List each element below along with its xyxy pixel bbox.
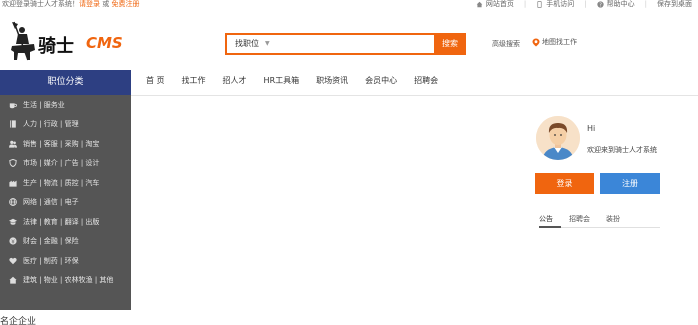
search-input[interactable]: [287, 37, 427, 51]
shield-icon: [9, 159, 17, 168]
tab-job-fair[interactable]: 招聘会: [569, 214, 590, 224]
chevron-down-icon: ▼: [265, 40, 270, 47]
top-bar: 欢迎登录骑士人才系统！请登录 或 免费注册 网站首页 | 手机访问 | ? 帮助…: [0, 0, 698, 9]
coffee-icon: [9, 103, 17, 108]
welcome-text: 欢迎来到骑士人才系统: [587, 146, 657, 154]
section-title: 名企企业: [0, 317, 37, 325]
welcome-message: 欢迎登录骑士人才系统！请登录 或 免费注册: [2, 0, 139, 9]
svg-text:¥: ¥: [11, 240, 15, 246]
sidebar-item-label: 生产 | 物流 | 质控 | 汽车: [23, 178, 100, 187]
site-logo[interactable]: 骑士 CMS: [8, 20, 128, 62]
sidebar-item-production[interactable]: 生产 | 物流 | 质控 | 汽车: [0, 173, 131, 193]
help-link[interactable]: ? 帮助中心: [596, 0, 635, 9]
nav-item-member-center[interactable]: 会员中心: [365, 75, 397, 86]
book-icon: [10, 120, 16, 128]
help-icon: ?: [596, 1, 604, 8]
greeting: Hi: [587, 124, 596, 133]
nav-item-home[interactable]: 首 页: [146, 75, 165, 86]
sidebar-item-label: 财会 | 金融 | 保险: [23, 237, 79, 246]
or-text: 或: [100, 0, 112, 8]
sidebar-item-network[interactable]: 网络 | 通信 | 电子: [0, 193, 131, 213]
sidebar-item-label: 建筑 | 物业 | 农林牧渔 | 其他: [23, 276, 114, 285]
sidebar-item-life-service[interactable]: 生活 | 服务业: [0, 95, 131, 115]
sidebar-item-label: 人力 | 行政 | 管理: [23, 120, 79, 129]
divider: |: [584, 0, 587, 8]
map-job-link[interactable]: 地图找工作: [532, 37, 577, 47]
sidebar-item-label: 医疗 | 制药 | 环保: [23, 256, 79, 265]
save-desktop-label: 保存到桌面: [657, 0, 692, 8]
factory-icon: [9, 180, 17, 187]
people-icon: [9, 140, 17, 148]
nav-item-find-job[interactable]: 找工作: [182, 75, 206, 86]
sidebar-item-sales[interactable]: 销售 | 客服 | 采购 | 淘宝: [0, 134, 131, 154]
mobile-link[interactable]: 手机访问: [536, 0, 574, 9]
mobile-link-label: 手机访问: [546, 0, 575, 8]
help-link-label: 帮助中心: [606, 0, 635, 8]
nav-item-hr-tools[interactable]: HR工具箱: [264, 75, 300, 86]
home-link[interactable]: 网站首页: [476, 0, 514, 9]
sidebar-item-label: 网络 | 通信 | 电子: [23, 198, 79, 207]
notice-tabs: 公告 招聘会 装扮: [539, 214, 620, 224]
login-button[interactable]: 登录: [535, 173, 594, 194]
welcome-text: 欢迎登录骑士人才系统！: [2, 0, 79, 8]
home-icon: [476, 1, 483, 8]
map-job-label: 地图找工作: [542, 38, 577, 46]
user-avatar-icon: [536, 116, 580, 160]
globe-icon: [9, 198, 17, 207]
search-type-select[interactable]: 找职位 ▼: [235, 35, 270, 53]
category-title[interactable]: 职位分类: [0, 70, 131, 95]
search-button[interactable]: 搜索: [434, 33, 466, 55]
divider: |: [644, 0, 647, 8]
graduation-icon: [9, 218, 17, 225]
sidebar-item-finance[interactable]: ¥ 财会 | 金融 | 保险: [0, 232, 131, 252]
brand-suffix: CMS: [86, 34, 123, 52]
sidebar-item-label: 销售 | 客服 | 采购 | 淘宝: [23, 139, 100, 148]
heart-icon: [9, 257, 17, 264]
yen-icon: ¥: [9, 237, 17, 245]
avatar: [536, 116, 580, 160]
house-icon: [9, 277, 17, 284]
sidebar-item-law-education[interactable]: 法律 | 教育 | 翻译 | 出版: [0, 212, 131, 232]
sidebar-item-label: 生活 | 服务业: [23, 100, 65, 109]
active-tab-indicator: [539, 226, 561, 228]
sidebar-item-medical[interactable]: 医疗 | 制药 | 环保: [0, 251, 131, 271]
search-box: 找职位 ▼ 搜索: [225, 33, 466, 55]
knight-logo-icon: [11, 21, 35, 61]
nav-divider: [131, 95, 698, 96]
advanced-search-link[interactable]: 高级搜索: [492, 39, 520, 49]
nav-item-job-fair[interactable]: 招聘会: [414, 75, 438, 86]
main-nav: 首 页 找工作 招人才 HR工具箱 职场资讯 会员中心 招聘会: [146, 75, 438, 86]
save-desktop-link[interactable]: 保存到桌面: [657, 0, 692, 9]
top-links: 网站首页 | 手机访问 | ? 帮助中心 | 保存到桌面: [476, 0, 692, 9]
search-type-label: 找职位: [235, 39, 259, 48]
sidebar-item-label: 法律 | 教育 | 翻译 | 出版: [23, 217, 100, 226]
register-link[interactable]: 免费注册: [111, 0, 139, 8]
map-pin-icon: [532, 38, 540, 46]
sidebar-item-label: 市场 | 媒介 | 广告 | 设计: [23, 159, 100, 168]
tab-decoration[interactable]: 装扮: [606, 214, 620, 224]
svg-text:?: ?: [599, 3, 602, 8]
category-sidebar: 生活 | 服务业 人力 | 行政 | 管理 销售 | 客服 | 采购 | 淘宝 …: [0, 95, 131, 310]
sidebar-item-construction[interactable]: 建筑 | 物业 | 农林牧渔 | 其他: [0, 271, 131, 291]
mobile-icon: [537, 1, 542, 8]
login-link[interactable]: 请登录: [79, 0, 100, 8]
nav-item-news[interactable]: 职场资讯: [316, 75, 348, 86]
sidebar-item-hr-admin[interactable]: 人力 | 行政 | 管理: [0, 115, 131, 135]
divider: |: [523, 0, 527, 8]
register-button[interactable]: 注册: [600, 173, 660, 194]
tab-notice[interactable]: 公告: [539, 214, 553, 224]
sidebar-item-marketing[interactable]: 市场 | 媒介 | 广告 | 设计: [0, 154, 131, 174]
home-link-label: 网站首页: [485, 0, 514, 8]
nav-item-find-talent[interactable]: 招人才: [223, 75, 247, 86]
brand-name: 骑士: [38, 36, 74, 57]
